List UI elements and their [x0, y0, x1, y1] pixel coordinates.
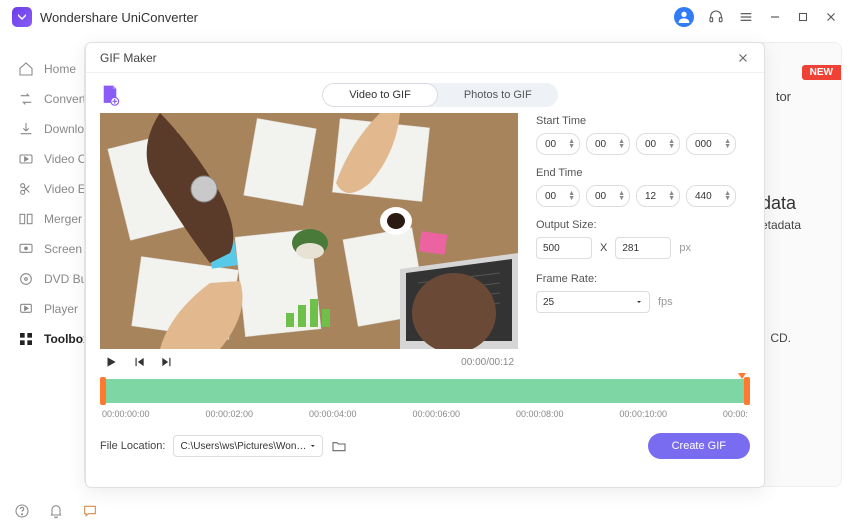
fps-unit: fps — [658, 296, 673, 308]
sidebar-item-label: Screen Recorder — [44, 242, 84, 256]
modal-header: GIF Maker — [86, 43, 764, 73]
sidebar-item-label: Player — [44, 302, 78, 316]
timeline-ruler: 00:00:00:00 00:00:02:00 00:00:04:00 00:0… — [100, 409, 750, 419]
px-unit: px — [679, 242, 691, 254]
sidebar-item-editor[interactable]: Video Editor — [0, 174, 84, 204]
modal-title: GIF Maker — [100, 51, 157, 65]
video-preview[interactable] — [100, 113, 518, 349]
sidebar-item-label: Home — [44, 62, 76, 76]
maximize-button[interactable] — [796, 10, 810, 24]
settings-panel: Start Time 00▲▼ 00▲▼ 00▲▼ 000▲▼ End Time… — [536, 113, 750, 375]
app-title: Wondershare UniConverter — [40, 10, 198, 25]
chevron-down-icon — [309, 442, 317, 450]
timecode: 00:00/00:12 — [461, 357, 514, 368]
new-badge: NEW — [802, 65, 841, 80]
folder-icon[interactable] — [331, 438, 347, 454]
play-icon[interactable] — [104, 355, 118, 369]
tab-video-to-gif[interactable]: Video to GIF — [322, 83, 438, 107]
mode-tabs: Video to GIF Photos to GIF — [322, 83, 557, 107]
sidebar-item-dvd[interactable]: DVD Burner — [0, 264, 84, 294]
output-width-input[interactable] — [536, 237, 592, 259]
sidebar-item-home[interactable]: Home — [0, 54, 84, 84]
chevron-down-icon — [635, 298, 643, 306]
frame-rate-select[interactable]: 25 — [536, 291, 650, 313]
start-hour-input[interactable]: 00▲▼ — [536, 133, 580, 155]
sidebar-item-label: Video Compressor — [44, 152, 84, 166]
bg-text-cd: CD. — [770, 331, 791, 345]
sidebar-item-label: Converter — [44, 92, 84, 106]
timeline-handle-end[interactable] — [744, 377, 750, 405]
sidebar-item-recorder[interactable]: Screen Recorder — [0, 234, 84, 264]
sidebar-item-label: Toolbox — [44, 332, 84, 346]
start-ms-input[interactable]: 000▲▼ — [686, 133, 736, 155]
gif-maker-modal: GIF Maker Video to GIF Photos to GIF — [85, 42, 765, 488]
hamburger-icon[interactable] — [738, 9, 754, 25]
next-frame-icon[interactable] — [160, 355, 174, 369]
sidebar-item-label: DVD Burner — [44, 272, 84, 286]
headset-icon[interactable] — [708, 9, 724, 25]
sidebar-item-compressor[interactable]: Video Compressor — [0, 144, 84, 174]
file-location-select[interactable]: C:\Users\ws\Pictures\Wonders — [173, 435, 323, 457]
user-avatar[interactable] — [674, 7, 694, 27]
close-button[interactable] — [824, 10, 838, 24]
close-icon[interactable] — [736, 51, 750, 65]
prev-frame-icon[interactable] — [132, 355, 146, 369]
sidebar-item-merger[interactable]: Merger — [0, 204, 84, 234]
tab-photos-to-gif[interactable]: Photos to GIF — [438, 83, 558, 107]
help-icon[interactable] — [14, 503, 30, 519]
end-sec-input[interactable]: 12▲▼ — [636, 185, 680, 207]
sidebar-item-converter[interactable]: Converter — [0, 84, 84, 114]
minimize-button[interactable] — [768, 10, 782, 24]
add-file-icon[interactable] — [100, 84, 120, 106]
file-location-label: File Location: — [100, 440, 165, 452]
frame-rate-label: Frame Rate: — [536, 273, 750, 285]
sidebar-item-label: Video Editor — [44, 182, 84, 196]
end-time-label: End Time — [536, 167, 750, 179]
output-size-label: Output Size: — [536, 219, 750, 231]
start-min-input[interactable]: 00▲▼ — [586, 133, 630, 155]
play-controls: 00:00/00:12 — [100, 349, 518, 375]
sidebar-item-downloader[interactable]: Downloader — [0, 114, 84, 144]
bg-text-etadata: etadata — [761, 218, 801, 232]
sidebar-item-label: Merger — [44, 212, 82, 226]
sidebar-item-player[interactable]: Player — [0, 294, 84, 324]
output-height-input[interactable] — [615, 237, 671, 259]
start-sec-input[interactable]: 00▲▼ — [636, 133, 680, 155]
timeline-track[interactable] — [100, 379, 750, 403]
titlebar: Wondershare UniConverter — [0, 0, 850, 34]
sidebar: Home Converter Downloader Video Compress… — [0, 34, 84, 527]
bg-text-tor: tor — [776, 89, 791, 104]
timeline-handle-start[interactable] — [100, 377, 106, 405]
sidebar-item-label: Downloader — [44, 122, 84, 136]
bell-icon[interactable] — [48, 503, 64, 519]
timeline: 00:00:00:00 00:00:02:00 00:00:04:00 00:0… — [100, 379, 750, 419]
end-ms-input[interactable]: 440▲▼ — [686, 185, 736, 207]
app-logo — [12, 7, 32, 27]
status-bar — [14, 503, 98, 519]
end-hour-input[interactable]: 00▲▼ — [536, 185, 580, 207]
start-time-label: Start Time — [536, 115, 750, 127]
end-min-input[interactable]: 00▲▼ — [586, 185, 630, 207]
create-gif-button[interactable]: Create GIF — [648, 433, 750, 459]
bg-text-data: data — [761, 193, 801, 214]
feedback-icon[interactable] — [82, 503, 98, 519]
sidebar-item-toolbox[interactable]: Toolbox — [0, 324, 84, 354]
x-separator: X — [600, 242, 607, 254]
